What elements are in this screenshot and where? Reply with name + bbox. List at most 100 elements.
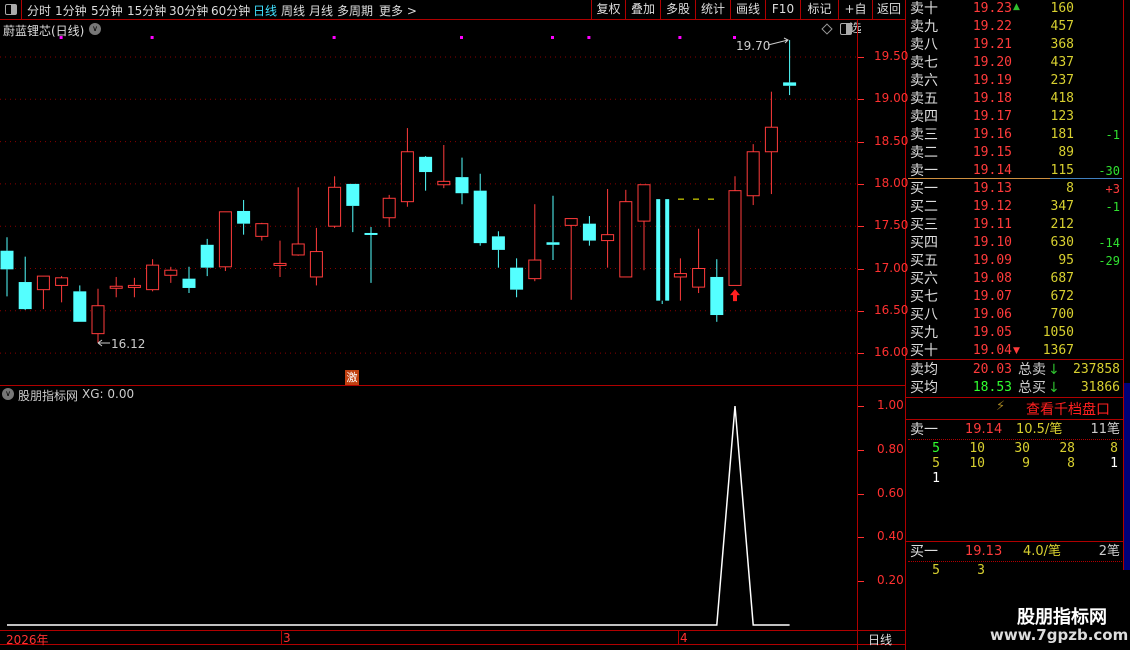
candle[interactable] (619, 189, 633, 278)
candle[interactable] (491, 231, 505, 268)
candle[interactable] (146, 259, 160, 292)
queue-order: 10 (969, 456, 985, 471)
candle[interactable] (91, 288, 105, 343)
candle[interactable] (582, 216, 596, 246)
period-tab-4[interactable]: 30分钟 (169, 2, 208, 19)
candle[interactable] (55, 276, 69, 303)
panel-toggle-button[interactable] (0, 0, 22, 19)
candle[interactable] (364, 227, 378, 283)
signal-dot (587, 36, 591, 39)
indicator-chart[interactable] (0, 386, 857, 630)
toolbar-button-7[interactable]: +自选 (838, 0, 872, 35)
bids-row[interactable]: 买一 19.13 8 +3 (908, 180, 1122, 198)
candle[interactable] (36, 275, 50, 310)
candle[interactable] (473, 173, 487, 246)
candle[interactable] (656, 199, 670, 305)
bids-level-label: 买二 (910, 199, 938, 215)
bids-row[interactable]: 买四 19.10 630 -14 (908, 234, 1122, 252)
candle[interactable] (291, 187, 305, 256)
candle[interactable] (601, 188, 615, 268)
asks-row[interactable]: 卖八 19.21 368 (908, 36, 1122, 54)
candle[interactable] (400, 128, 414, 207)
asks-row[interactable]: 卖二 19.15 89 (908, 144, 1122, 162)
candle[interactable] (273, 240, 287, 277)
section-border (905, 397, 1123, 398)
candle[interactable] (73, 285, 87, 322)
candle[interactable] (673, 258, 687, 301)
period-tab-6[interactable]: 日线 (253, 2, 277, 19)
avg-sell-row: 卖均 20.03 总卖 ↓ 237858 (908, 361, 1122, 379)
asks-row[interactable]: 卖九 19.22 457 (908, 18, 1122, 36)
candle[interactable] (728, 176, 742, 286)
period-tab-2[interactable]: 5分钟 (91, 2, 123, 19)
candle[interactable] (109, 276, 123, 298)
tick-mark (858, 141, 864, 143)
candle[interactable] (0, 237, 14, 297)
toolbar-button-6[interactable]: 标记 (800, 0, 838, 19)
toolbar-button-1[interactable]: 叠加 (625, 0, 660, 19)
depth-link[interactable]: 查看千档盘口 (1026, 399, 1110, 419)
bids-row[interactable]: 买九 19.05 1050 (908, 324, 1122, 342)
candle[interactable] (309, 227, 323, 286)
tick-mark (858, 581, 864, 583)
candle[interactable] (18, 256, 32, 310)
candle[interactable] (455, 157, 469, 205)
candle[interactable] (783, 40, 797, 96)
asks-row[interactable]: 卖三 19.16 181 -1 (908, 126, 1122, 144)
bids-volume: 95 (1058, 253, 1074, 268)
period-tab-5[interactable]: 60分钟 (211, 2, 250, 19)
candle[interactable] (200, 238, 214, 277)
period-tab-3[interactable]: 15分钟 (127, 2, 166, 19)
bids-row[interactable]: 买二 19.12 347 -1 (908, 198, 1122, 216)
candle[interactable] (382, 194, 396, 228)
toolbar-button-4[interactable]: 画线 (730, 0, 765, 19)
bids-row[interactable]: 买七 19.07 672 (908, 288, 1122, 306)
section-border (905, 541, 1123, 542)
bids-row[interactable]: 买五 19.09 95 -29 (908, 252, 1122, 270)
bids-row[interactable]: 买六 19.08 687 (908, 270, 1122, 288)
candle[interactable] (510, 258, 524, 298)
candle[interactable] (528, 204, 542, 282)
asks-row[interactable]: 卖六 19.19 237 (908, 72, 1122, 90)
candle[interactable] (127, 277, 141, 298)
toolbar-button-2[interactable]: 多股 (660, 0, 695, 19)
candle[interactable] (346, 183, 360, 233)
period-tab-1[interactable]: 1分钟 (55, 2, 87, 19)
candle[interactable] (237, 199, 251, 235)
toolbar-button-5[interactable]: F10 (765, 0, 800, 19)
candle[interactable] (164, 266, 178, 283)
toolbar-button-3[interactable]: 统计 (695, 0, 730, 19)
candle[interactable] (182, 266, 196, 294)
candle[interactable] (746, 144, 760, 206)
period-tab-8[interactable]: 月线 (309, 2, 333, 19)
asks-row[interactable]: 卖七 19.20 437 (908, 54, 1122, 72)
candle[interactable] (692, 228, 706, 294)
candle[interactable] (255, 222, 269, 241)
asks-price: 19.16 (972, 127, 1012, 142)
candle[interactable] (710, 259, 724, 322)
period-tab-0[interactable]: 分时 (27, 2, 51, 19)
candle[interactable] (218, 211, 232, 272)
bids-volume: 630 (1050, 235, 1074, 250)
asks-row[interactable]: 卖五 19.18 418 (908, 90, 1122, 108)
period-tab-7[interactable]: 周线 (281, 2, 305, 19)
period-label[interactable]: 日线 (868, 631, 892, 648)
bids-price: 19.04 (972, 343, 1012, 358)
candle[interactable] (637, 184, 651, 271)
candle-body (764, 126, 778, 153)
candle[interactable] (419, 155, 433, 191)
ask-bid-divider (908, 178, 1050, 179)
candle[interactable] (437, 144, 451, 189)
bids-row[interactable]: 买八 19.06 700 (908, 306, 1122, 324)
toolbar-button-8[interactable]: 返回 (872, 0, 905, 19)
period-tab-9[interactable]: 多周期 (337, 2, 373, 19)
candlestick-chart[interactable]: 19.70 16.12 (0, 20, 857, 385)
asks-volume: 123 (1050, 109, 1074, 124)
candle[interactable] (546, 195, 560, 261)
toolbar-button-0[interactable]: 复权 (591, 0, 625, 19)
candle[interactable] (764, 91, 778, 195)
bids-row[interactable]: 买三 19.11 212 (908, 216, 1122, 234)
asks-row[interactable]: 卖四 19.17 123 (908, 108, 1122, 126)
period-tab-10[interactable]: 更多 > (379, 2, 417, 19)
candle[interactable] (564, 218, 578, 300)
